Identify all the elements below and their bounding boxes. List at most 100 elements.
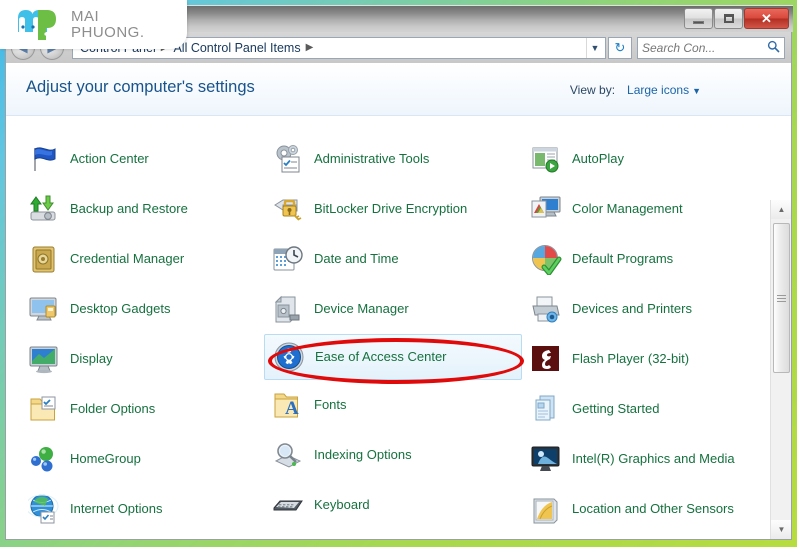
cp-item-label: Internet Options (70, 501, 163, 517)
monitor-icon (28, 343, 60, 375)
cp-item-location-sensors[interactable]: Location and Other Sensors (522, 484, 780, 534)
cp-item-flash-player[interactable]: Flash Player (32-bit) (522, 334, 780, 384)
mai-phuong-logo-text: MAI PHUONG. (71, 9, 145, 40)
intel-graphics-icon (530, 443, 562, 475)
column-3: AutoPlay Color Management Default Progra… (522, 134, 780, 534)
refresh-icon[interactable]: ↻ (608, 36, 632, 59)
cp-item-folder-options[interactable]: Folder Options (20, 384, 278, 434)
cp-item-indexing-options[interactable]: Indexing Options (264, 430, 522, 480)
logo-line-1: MAI (71, 8, 100, 26)
chevron-down-icon: ▼ (692, 86, 701, 96)
column-1: Action Center Backup and Restore Credent… (20, 134, 278, 534)
cp-item-bitlocker[interactable]: BitLocker Drive Encryption (264, 184, 522, 234)
settings-header-band: Adjust your computer's settings View by:… (6, 63, 791, 116)
cp-item-label: Default Programs (572, 251, 674, 267)
search-placeholder-text: Search Con... (642, 40, 716, 55)
cp-item-autoplay[interactable]: AutoPlay (522, 134, 780, 184)
internet-options-icon (28, 493, 60, 525)
cp-item-label: Getting Started (572, 401, 660, 417)
clock-calendar-icon (272, 243, 304, 275)
cp-item-administrative-tools[interactable]: Administrative Tools (264, 134, 522, 184)
scroll-up-button[interactable]: ▲ (771, 200, 791, 219)
cp-item-fonts[interactable]: A Fonts (264, 380, 522, 430)
cp-item-label: Action Center (70, 151, 149, 167)
indexing-options-icon (272, 439, 304, 471)
keyboard-icon (272, 489, 304, 521)
view-by-label: View by: (569, 83, 616, 97)
watermark-logo-overlay: MAI PHUONG. (0, 0, 187, 49)
svg-text:A: A (285, 398, 299, 419)
cp-item-label: BitLocker Drive Encryption (314, 201, 468, 217)
scrollbar-thumb[interactable] (773, 223, 790, 373)
cp-item-label: Administrative Tools (314, 151, 430, 167)
cp-item-label: Keyboard (314, 497, 370, 513)
view-by-control: View by: Large icons ▼ (570, 83, 701, 97)
scroll-down-button[interactable]: ▼ (771, 520, 791, 539)
scrollbar-grip-icon (777, 293, 786, 304)
search-input[interactable]: Search Con... (637, 36, 785, 59)
getting-started-icon (530, 393, 562, 425)
cp-item-label: HomeGroup (70, 451, 141, 467)
folder-options-icon (28, 393, 60, 425)
flag-icon (28, 143, 60, 175)
maximize-button[interactable] (714, 8, 743, 29)
cp-item-intel-graphics[interactable]: Intel(R) Graphics and Media (522, 434, 780, 484)
cp-item-label: Location and Other Sensors (572, 501, 734, 517)
column-2: Administrative Tools BitLocker Drive Enc… (264, 134, 524, 530)
items-grid: Action Center Backup and Restore Credent… (6, 116, 770, 539)
chevron-down-icon[interactable]: ▼ (586, 37, 603, 58)
cp-item-label: Date and Time (314, 251, 399, 267)
homegroup-icon (28, 443, 60, 475)
explorer-window: ◀ ▶ Control Panel ▶ All Control Panel It… (5, 32, 792, 540)
cp-item-date-and-time[interactable]: Date and Time (264, 234, 522, 284)
breadcrumb-all-items[interactable]: All Control Panel Items (170, 41, 303, 55)
page-title: Adjust your computer's settings (26, 78, 255, 96)
color-management-icon (530, 193, 562, 225)
mai-phuong-logo-icon (16, 8, 62, 42)
cp-item-ease-of-access-center[interactable]: Ease of Access Center (264, 334, 524, 384)
close-button[interactable]: ✕ (744, 8, 789, 29)
minimize-button[interactable] (684, 8, 713, 29)
view-by-dropdown[interactable]: Large icons ▼ (627, 83, 701, 97)
cp-item-credential-manager[interactable]: Credential Manager (20, 234, 278, 284)
cp-item-label: AutoPlay (572, 151, 625, 167)
cp-item-getting-started[interactable]: Getting Started (522, 384, 780, 434)
cp-item-label: Fonts (314, 397, 347, 413)
vertical-scrollbar[interactable]: ▲ ▼ (770, 200, 791, 539)
cp-item-homegroup[interactable]: HomeGroup (20, 434, 278, 484)
desktop-gadgets-icon (28, 293, 60, 325)
cp-item-backup-and-restore[interactable]: Backup and Restore (20, 184, 278, 234)
logo-line-2: PHUONG. (71, 23, 145, 41)
window-controls: ✕ (683, 8, 789, 29)
bitlocker-icon (272, 193, 304, 225)
cp-item-label: Display (70, 351, 113, 367)
printer-icon (530, 293, 562, 325)
cp-item-devices-and-printers[interactable]: Devices and Printers (522, 284, 780, 334)
backup-restore-icon (28, 193, 60, 225)
ease-of-access-icon (273, 341, 305, 373)
window-frame: ✕ ◀ ▶ Control Panel ▶ All Control Panel … (0, 0, 797, 547)
search-icon (767, 40, 780, 56)
cp-item-label: Indexing Options (314, 447, 412, 463)
cp-item-action-center[interactable]: Action Center (20, 134, 278, 184)
cp-item-internet-options[interactable]: Internet Options (20, 484, 278, 534)
cp-item-label: Folder Options (70, 401, 156, 417)
cp-item-display[interactable]: Display (20, 334, 278, 384)
cp-item-label: Devices and Printers (572, 301, 692, 317)
cp-item-keyboard[interactable]: Keyboard (264, 480, 522, 530)
cp-item-label: Ease of Access Center (315, 349, 447, 365)
control-panel-items: Action Center Backup and Restore Credent… (6, 116, 791, 539)
breadcrumb-separator-icon-2: ▶ (305, 42, 314, 53)
view-by-value: Large icons (627, 83, 690, 97)
safe-vault-icon (28, 243, 60, 275)
cp-item-device-manager[interactable]: Device Manager (264, 284, 522, 334)
cp-item-label: Flash Player (32-bit) (572, 351, 690, 367)
cp-item-label: Intel(R) Graphics and Media (572, 451, 735, 467)
cp-item-label: Color Management (572, 201, 683, 217)
autoplay-icon (530, 143, 562, 175)
cp-item-default-programs[interactable]: Default Programs (522, 234, 780, 284)
admin-tools-icon (272, 143, 304, 175)
device-manager-icon (272, 293, 304, 325)
cp-item-color-management[interactable]: Color Management (522, 184, 780, 234)
cp-item-desktop-gadgets[interactable]: Desktop Gadgets (20, 284, 278, 334)
